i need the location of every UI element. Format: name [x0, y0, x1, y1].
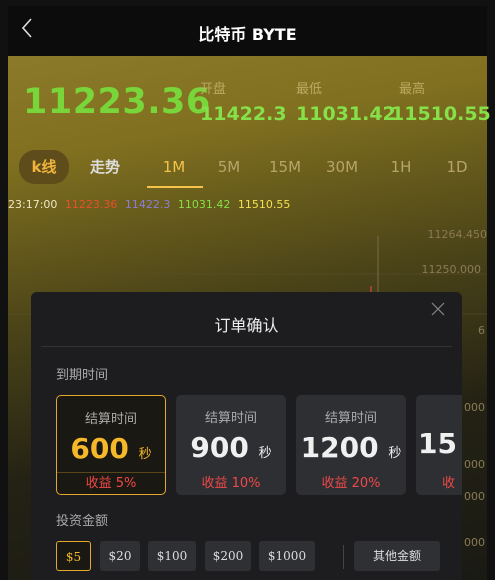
- amount-20[interactable]: $20: [100, 541, 140, 571]
- profit-rate: 收益 20%: [321, 476, 381, 491]
- tab-1d[interactable]: 1D: [440, 150, 474, 184]
- settle-label: 结算时间: [204, 411, 257, 426]
- tab-15m[interactable]: 15M: [265, 150, 305, 184]
- settle-label: [416, 407, 462, 422]
- stat-value: 11031.42: [296, 103, 396, 125]
- y-axis-label: 11250.000: [421, 263, 482, 276]
- other-amount-button[interactable]: 其他金额: [354, 541, 440, 571]
- active-tab-indicator: [147, 186, 203, 188]
- expiry-option-1200[interactable]: 结算时间 1200 秒 收益 20%: [296, 395, 406, 495]
- profit-rate: 收益 5%: [57, 472, 165, 494]
- option-seconds: 1200 秒: [296, 432, 406, 470]
- option-seconds: 900 秒: [176, 432, 286, 470]
- stat-open: 开盘 11422.3: [200, 78, 287, 125]
- stat-value: 11510.55: [391, 103, 491, 125]
- expiry-option-600[interactable]: 结算时间 600 秒 收益 5%: [56, 395, 166, 495]
- y-axis-label: 000: [464, 401, 485, 414]
- current-price: 11223.36: [23, 82, 211, 122]
- expiry-option-900[interactable]: 结算时间 900 秒 收益 10%: [176, 395, 286, 495]
- tab-5m[interactable]: 5M: [211, 150, 247, 184]
- page-title: 比特币 BYTE: [198, 25, 297, 44]
- y-axis-label: 6: [478, 324, 485, 337]
- seconds-value: 15: [418, 427, 457, 460]
- settle-label: 结算时间: [324, 411, 377, 426]
- tab-1h[interactable]: 1H: [384, 150, 418, 184]
- y-axis-label: 11264.450: [427, 228, 488, 241]
- option-seconds: 15: [416, 428, 462, 460]
- divider: [343, 545, 344, 569]
- order-confirm-dialog: 订单确认 到期时间 结算时间 600 秒 收益 5% 结算时间 900 秒 收益…: [31, 292, 462, 580]
- stat-high: 最高 11510.55: [391, 78, 491, 125]
- amount-200[interactable]: $200: [205, 541, 251, 571]
- y-axis-label: 000: [464, 536, 485, 549]
- tab-30m[interactable]: 30M: [322, 150, 362, 184]
- stat-label: 最低: [296, 82, 323, 97]
- seconds-value: 600: [70, 432, 129, 465]
- seconds-value: 1200: [300, 431, 379, 464]
- expiry-option-partial[interactable]: 15 收: [416, 395, 462, 495]
- profit-rate: 收: [442, 476, 456, 491]
- stat-label: 开盘: [200, 82, 227, 97]
- dialog-title: 订单确认: [214, 316, 279, 335]
- amount-label: 投资金额: [56, 514, 109, 529]
- option-seconds: 600 秒: [57, 433, 165, 471]
- seconds-value: 900: [190, 431, 249, 464]
- app-screen: 比特币 BYTE 11223.36 开盘 11422.3 最低 11031.42…: [0, 0, 495, 580]
- tab-1m[interactable]: 1M: [154, 150, 194, 184]
- tab-kline[interactable]: k线: [19, 150, 69, 184]
- seconds-unit: 秒: [388, 446, 402, 461]
- stat-low: 最低 11031.42: [296, 78, 396, 125]
- stat-value: 11422.3: [200, 103, 287, 125]
- tab-trend[interactable]: 走势: [82, 150, 128, 184]
- y-axis-label: 000: [464, 490, 485, 503]
- settle-label: 结算时间: [84, 412, 137, 427]
- chart-tabs: k线 走势 1M 5M 15M 30M 1H 1D: [16, 150, 486, 190]
- profit-rate: 收益 10%: [201, 476, 261, 491]
- divider: [41, 346, 452, 347]
- seconds-unit: 秒: [138, 447, 152, 462]
- expiry-options: 结算时间 600 秒 收益 5% 结算时间 900 秒 收益 10% 结算时间 …: [56, 395, 462, 497]
- amount-5[interactable]: $5: [56, 541, 91, 571]
- header-bar: 比特币 BYTE: [8, 6, 487, 56]
- amount-100[interactable]: $100: [148, 541, 196, 571]
- amount-1000[interactable]: $1000: [259, 541, 315, 571]
- seconds-unit: 秒: [258, 446, 272, 461]
- stat-label: 最高: [399, 82, 426, 97]
- y-axis-label: 000: [464, 458, 485, 471]
- expiry-label: 到期时间: [56, 368, 109, 383]
